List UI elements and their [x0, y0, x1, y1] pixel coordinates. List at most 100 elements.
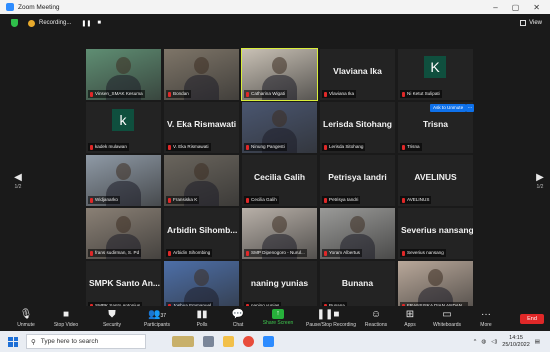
unmute-button[interactable]: 🎙 Unmute	[4, 307, 48, 328]
muted-mic-icon	[90, 91, 93, 97]
participant-name-label: Catharina Wigati	[244, 90, 287, 98]
participant-tile[interactable]: Severius nansang Severius nansang	[398, 208, 473, 259]
participant-tile[interactable]: Widjanarko	[86, 155, 161, 206]
meeting-toolbar: 🎙 Unmute ■ Stop Video ⛊ Security 👥37 Par…	[0, 306, 550, 331]
muted-mic-icon	[90, 144, 93, 150]
muted-mic-icon	[168, 91, 171, 97]
participant-tile[interactable]: Lerisda Sitohang Lerisda Sitohang	[320, 102, 395, 153]
maximize-button[interactable]: ▢	[512, 3, 520, 12]
participant-tile[interactable]: V. Eka Rismawati V. Eka Rismawati	[164, 102, 239, 153]
shield-icon: ⛊	[108, 309, 116, 320]
zoom-taskbar-icon[interactable]	[263, 336, 274, 347]
participant-tile[interactable]: Ninung Pangesti	[242, 102, 317, 153]
tile-more-options-button[interactable]: ...	[466, 104, 474, 112]
taskbar-clock[interactable]: 14:15 25/10/2022	[502, 335, 530, 349]
participant-name: kadek mulawan	[95, 144, 127, 149]
participant-tile[interactable]: Vlaviana Ika Vlaviana Ika	[320, 49, 395, 100]
volume-icon[interactable]: ◁)	[491, 339, 497, 345]
windows-start-icon[interactable]	[8, 336, 18, 347]
stop-video-button[interactable]: ■ Stop Video	[44, 307, 88, 328]
participant-tile[interactable]: FRANSISKA DIAN ANDAN...	[398, 261, 473, 312]
widget-icon[interactable]	[172, 336, 194, 347]
participant-name: V. Eka Rismawati	[173, 144, 209, 149]
pause-stop-recording-button[interactable]: ❚❚■ Pause/Stop Recording	[306, 307, 357, 328]
minimize-button[interactable]: –	[493, 3, 497, 12]
view-button[interactable]: View	[520, 20, 550, 26]
previous-page-button[interactable]: ◀ 1/2	[10, 172, 26, 190]
participant-display-name: Bunana	[341, 278, 374, 288]
security-button[interactable]: ⛊ Security	[90, 307, 134, 328]
participants-button[interactable]: 👥37 Participants	[135, 307, 179, 328]
network-icon[interactable]: ◍	[481, 339, 486, 345]
end-meeting-button[interactable]: End	[520, 314, 544, 324]
participant-tile[interactable]: Joshua Emmanuel	[164, 261, 239, 312]
task-view-icon[interactable]	[203, 336, 214, 347]
muted-mic-icon	[168, 197, 171, 203]
participant-tile[interactable]: AVELINUS AVELINUS	[398, 155, 473, 206]
participant-tile[interactable]: Arbidin Sihomb... Arbidin Sihombing	[164, 208, 239, 259]
muted-mic-icon	[90, 197, 93, 203]
participant-tile[interactable]: Catharina Wigati	[241, 48, 318, 101]
participant-avatar: K	[424, 56, 446, 78]
participant-tile[interactable]: SMP Dipenogoro - Nurul...	[242, 208, 317, 259]
participant-tile[interactable]: K Ni Ketut Sulipati	[398, 49, 473, 100]
participant-display-name: SMPK Santo An...	[89, 278, 160, 288]
participant-tile[interactable]: Bondan	[164, 49, 239, 100]
share-screen-label: Share Screen	[262, 320, 294, 326]
share-screen-button[interactable]: ↑ Share Screen	[256, 307, 300, 326]
participant-display-name: naning yunias	[250, 278, 309, 288]
participant-tile[interactable]: Vinsen_SMAK Kesuma	[86, 49, 161, 100]
participant-tile[interactable]: frans sudirman, S. Pd	[86, 208, 161, 259]
muted-mic-icon	[324, 250, 327, 256]
more-icon: ···	[481, 309, 491, 320]
participant-display-name: V. Eka Rismawati	[167, 119, 237, 129]
muted-mic-icon	[90, 250, 93, 256]
more-label: More	[480, 322, 492, 328]
participant-tile[interactable]: Petrisya Iandri Petrisya Iandri	[320, 155, 395, 206]
participant-tile[interactable]: Yoram Albertus	[320, 208, 395, 259]
participant-tile[interactable]: Trisna Ask to Unmute Trisna	[398, 102, 473, 153]
participant-name: Bondan	[173, 91, 189, 96]
close-button[interactable]: ✕	[533, 3, 540, 12]
meeting-top-strip: Recording... ❚❚ ■ View	[0, 14, 550, 32]
chat-button[interactable]: 💬 Chat	[216, 307, 260, 328]
participant-name-label: Arbidin Sihombing	[166, 249, 213, 257]
participant-avatar: k	[112, 109, 134, 131]
muted-mic-icon	[246, 250, 249, 256]
zoom-logo-icon	[6, 3, 14, 11]
participant-tile[interactable]: Fransiska K	[164, 155, 239, 206]
notification-icon[interactable]: ▤	[535, 339, 540, 345]
pause-recording-label: Pause/Stop Recording	[306, 322, 357, 328]
participant-name-label: Trisna	[400, 143, 422, 151]
unmute-label: Unmute	[17, 322, 35, 328]
share-screen-icon: ↑	[272, 309, 284, 319]
participant-name-label: Widjanarko	[88, 196, 120, 204]
participants-icon: 👥37	[147, 309, 166, 320]
participant-name-label: Severius nansang	[400, 249, 446, 257]
participant-name-label: Vlaviana Ika	[322, 90, 357, 98]
chrome-icon[interactable]	[243, 336, 254, 347]
pause-recording-button[interactable]: ❚❚	[81, 20, 91, 27]
participant-tile[interactable]: BunanaBunana	[320, 261, 395, 312]
security-label: Security	[102, 322, 122, 328]
stop-recording-button[interactable]: ■	[97, 20, 101, 27]
participant-name: Petrisya Iandri	[329, 197, 359, 202]
participant-tile[interactable]: Cecilia Galih Cecilia Galih	[242, 155, 317, 206]
participant-tile[interactable]: naning yuniasnaning yunias	[242, 261, 317, 312]
participant-tile[interactable]: k kadek mulawan	[86, 102, 161, 153]
search-placeholder: Type here to search	[40, 338, 99, 345]
participant-name-label: SMP Dipenogoro - Nurul...	[244, 249, 307, 257]
more-button[interactable]: ··· More	[464, 307, 508, 328]
next-page-button[interactable]: ▶ 1/2	[532, 172, 548, 190]
ask-to-unmute-button[interactable]: Ask to Unmute	[430, 104, 467, 112]
taskbar-search-input[interactable]: ⚲ Type here to search	[26, 334, 146, 349]
windows-taskbar: ⚲ Type here to search ^ ◍ ◁) 14:15 25/10…	[0, 331, 550, 352]
participant-tile[interactable]: SMPK Santo An...SMPK Santo Antonius	[86, 261, 161, 312]
participants-count: 37	[160, 313, 166, 319]
participant-name-label: Bondan	[166, 90, 191, 98]
whiteboards-button[interactable]: ▭ Whiteboards	[425, 307, 469, 328]
security-shield-icon[interactable]	[11, 19, 18, 27]
tray-chevron-icon[interactable]: ^	[474, 339, 477, 345]
participant-name: Ni Ketut Sulipati	[407, 91, 440, 96]
file-explorer-icon[interactable]	[223, 336, 234, 347]
